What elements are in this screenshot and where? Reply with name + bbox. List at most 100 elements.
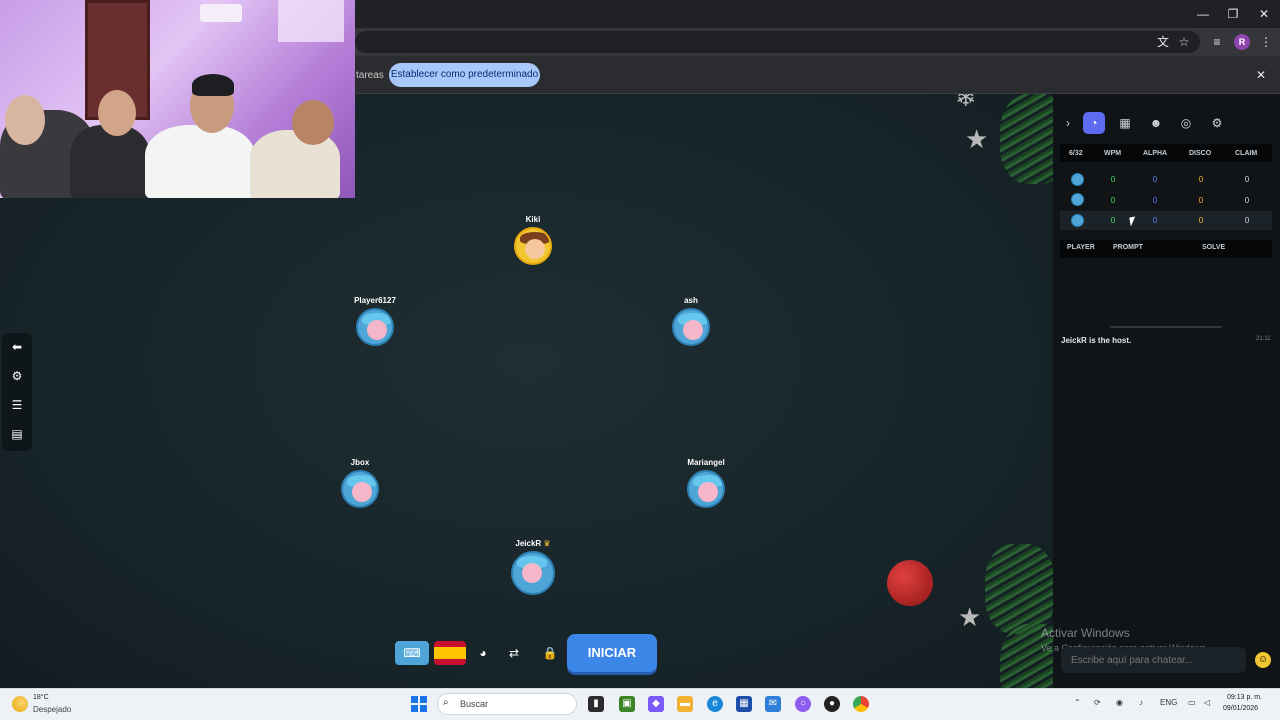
tray-app-icon[interactable]: ⟳ bbox=[1094, 698, 1101, 707]
player-name: ash bbox=[684, 296, 698, 305]
minimize-icon[interactable]: — bbox=[1188, 4, 1218, 24]
row-avatar bbox=[1071, 214, 1084, 227]
restore-icon[interactable]: ❐ bbox=[1218, 4, 1248, 24]
streamer-head bbox=[98, 90, 136, 136]
browser-app-icon[interactable]: ○ bbox=[795, 696, 811, 712]
reading-list-icon[interactable]: ≡ bbox=[1209, 34, 1225, 50]
browser-menu-icon[interactable]: ⋮ bbox=[1258, 34, 1274, 50]
claim-value: 0 bbox=[1244, 216, 1250, 225]
volume-icon[interactable]: ◁ bbox=[1204, 698, 1210, 707]
file-explorer-icon[interactable]: ▬ bbox=[677, 696, 693, 712]
player-avatar bbox=[511, 551, 555, 595]
mail-icon[interactable]: ✉ bbox=[765, 696, 781, 712]
set-default-button[interactable]: Establecer como predeterminado bbox=[389, 63, 540, 87]
player-seat[interactable]: Mariangel bbox=[676, 458, 736, 508]
stats-tab-icon[interactable]: ◔ bbox=[1083, 112, 1105, 134]
claim-value: 0 bbox=[1244, 175, 1250, 184]
grid-tab-icon[interactable]: ▦ bbox=[1114, 112, 1136, 134]
search-label: Buscar bbox=[460, 699, 489, 709]
language-indicator[interactable]: ENG bbox=[1160, 698, 1177, 707]
host-name: JeickR bbox=[515, 539, 542, 548]
pine-branch-decoration bbox=[1000, 94, 1053, 184]
translate-icon[interactable]: 文 bbox=[1155, 34, 1171, 50]
col-solve: SOLVE bbox=[1202, 244, 1226, 251]
infobar-close-icon[interactable]: ✕ bbox=[1256, 68, 1266, 82]
chat-bubble-icon[interactable]: ▤ bbox=[9, 426, 25, 442]
left-toolbar: ⬅ ⚙ ☰ ▤ bbox=[2, 333, 32, 451]
profile-avatar[interactable]: R bbox=[1234, 34, 1250, 50]
microphone-icon[interactable]: ♪ bbox=[1139, 698, 1143, 707]
player-seat[interactable]: JeickR ♛ bbox=[503, 539, 563, 595]
webcam-overlay bbox=[0, 0, 355, 198]
obs-icon[interactable]: ● bbox=[824, 696, 840, 712]
tray-network-app-icon[interactable]: ◉ bbox=[1116, 698, 1123, 707]
player-avatar bbox=[687, 470, 725, 508]
back-arrow-icon[interactable]: ⬅ bbox=[9, 339, 25, 355]
col-player: PLAYER bbox=[1067, 244, 1095, 251]
minecraft-icon[interactable]: ▣ bbox=[619, 696, 635, 712]
claim-value: 0 bbox=[1244, 196, 1250, 205]
spain-flag-icon[interactable] bbox=[434, 641, 466, 665]
player-name: Kiki bbox=[525, 215, 541, 224]
edge-icon[interactable]: e bbox=[707, 696, 723, 712]
player-seat[interactable]: Kiki bbox=[503, 215, 563, 265]
chat-input[interactable] bbox=[1061, 647, 1246, 673]
close-window-icon[interactable]: ✕ bbox=[1249, 4, 1279, 24]
player-name-host: JeickR ♛ bbox=[503, 539, 563, 548]
snowflake-decoration-icon: ❄ bbox=[955, 94, 977, 112]
address-bar[interactable] bbox=[355, 31, 1200, 53]
settings-gear-icon[interactable]: ⚙ bbox=[9, 368, 25, 384]
clock-time[interactable]: 09:13 p. m. bbox=[1227, 694, 1262, 701]
lock-icon[interactable]: 🔒 bbox=[539, 641, 561, 665]
ornament-decoration bbox=[887, 560, 933, 606]
emoji-face-icon[interactable]: ◕ bbox=[472, 641, 494, 665]
alpha-value: 0 bbox=[1152, 196, 1158, 205]
weather-description: Despejado bbox=[33, 705, 72, 714]
bookmark-star-icon[interactable]: ☆ bbox=[1176, 34, 1192, 50]
pine-branch-decoration bbox=[985, 544, 1053, 634]
star-decoration-icon: ★ bbox=[965, 124, 989, 154]
streamer-head bbox=[5, 95, 45, 145]
taskbar-search[interactable] bbox=[437, 693, 577, 715]
wpm-value: 0 bbox=[1110, 196, 1116, 205]
player-name: Mariangel bbox=[687, 458, 725, 467]
chrome-icon[interactable] bbox=[853, 696, 869, 712]
weather-moon-icon[interactable] bbox=[12, 696, 28, 712]
chat-timestamp: 21:11 bbox=[1256, 336, 1271, 342]
player-seat[interactable]: Jbox bbox=[330, 458, 390, 508]
emoji-picker-icon[interactable]: ☺ bbox=[1255, 652, 1271, 668]
store-icon[interactable]: ▦ bbox=[736, 696, 752, 712]
crown-icon: ♛ bbox=[543, 539, 551, 548]
player-name: Player6127 bbox=[354, 296, 396, 305]
player-seat[interactable]: ash bbox=[661, 296, 721, 346]
task-view-icon[interactable]: ▮ bbox=[588, 696, 604, 712]
row-avatar bbox=[1071, 193, 1084, 206]
keyboard-mode-icon[interactable]: ⌨ bbox=[395, 641, 429, 665]
display-icon[interactable]: ▭ bbox=[1188, 698, 1196, 707]
share-icon[interactable]: ⇄ bbox=[503, 641, 525, 665]
player-seat[interactable]: Player6127 bbox=[345, 296, 405, 346]
streamer-person bbox=[145, 125, 255, 198]
player-avatar bbox=[514, 227, 552, 265]
app-icon[interactable]: ◆ bbox=[648, 696, 664, 712]
search-tab-icon[interactable]: ◎ bbox=[1175, 112, 1197, 134]
disco-value: 0 bbox=[1198, 175, 1204, 184]
background-air-conditioner bbox=[200, 4, 242, 22]
settings-tab-icon[interactable]: ⚙ bbox=[1206, 112, 1228, 134]
clock-date[interactable]: 09/01/2026 bbox=[1223, 705, 1258, 712]
streamer-head bbox=[292, 100, 334, 145]
star-decoration-icon: ★ bbox=[958, 602, 982, 632]
tray-overflow-icon[interactable]: ⌃ bbox=[1074, 698, 1081, 707]
menu-icon[interactable]: ☰ bbox=[9, 397, 25, 413]
streamer-person bbox=[70, 125, 150, 198]
panel-scrollbar[interactable] bbox=[1110, 326, 1222, 328]
background-poster bbox=[278, 0, 344, 42]
start-game-button[interactable]: INICIAR bbox=[567, 634, 657, 672]
collapse-chevron-icon[interactable]: › bbox=[1057, 112, 1079, 134]
windows-start-icon[interactable] bbox=[411, 696, 427, 712]
infobar-text: tareas bbox=[356, 70, 384, 81]
search-icon: ⌕ bbox=[443, 697, 449, 708]
mouse-cursor bbox=[1129, 216, 1137, 227]
row-avatar bbox=[1071, 173, 1084, 186]
players-tab-icon[interactable]: ☻ bbox=[1145, 112, 1167, 134]
